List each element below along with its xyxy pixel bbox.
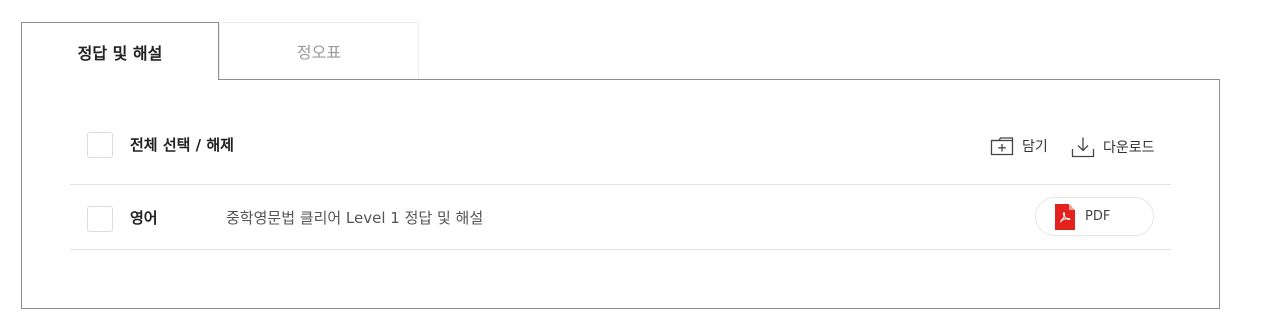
- row-title: 중학영문법 클리어 Level 1 정답 및 해설: [226, 209, 484, 227]
- pdf-label: PDF: [1085, 209, 1111, 224]
- download-icon: [1071, 137, 1095, 158]
- tab-errata[interactable]: 정오표: [219, 22, 419, 79]
- save-label: 담기: [1022, 139, 1048, 155]
- divider: [70, 249, 1171, 250]
- pdf-icon: [1055, 203, 1075, 230]
- download-button[interactable]: 다운로드: [1071, 136, 1155, 158]
- divider: [70, 184, 1171, 185]
- row-checkbox[interactable]: [87, 206, 113, 232]
- content-panel: [21, 79, 1220, 309]
- row-subject: 영어: [130, 209, 158, 227]
- tab-bar: 정답 및 해설 정오표: [21, 22, 421, 80]
- pdf-download-button[interactable]: PDF: [1035, 197, 1154, 236]
- tab-answers[interactable]: 정답 및 해설: [21, 22, 219, 80]
- folder-plus-icon: [990, 137, 1014, 156]
- tab-connector: [22, 78, 218, 81]
- save-button[interactable]: 담기: [990, 136, 1048, 156]
- download-label: 다운로드: [1103, 140, 1155, 156]
- select-all-label: 전체 선택 / 해제: [130, 136, 234, 154]
- select-all-checkbox[interactable]: [87, 132, 113, 158]
